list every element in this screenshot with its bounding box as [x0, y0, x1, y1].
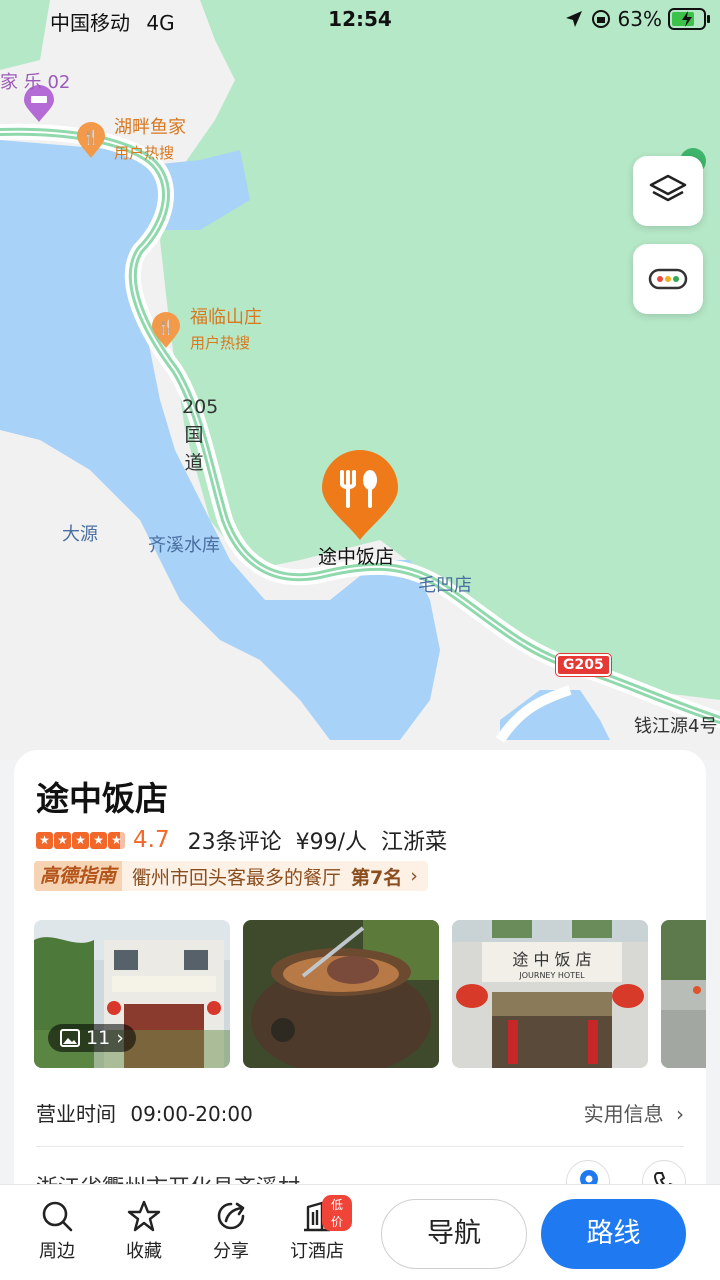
map-canvas — [0, 0, 720, 760]
hours-value: 09:00-20:00 — [130, 1102, 253, 1126]
route-button[interactable]: 路线 — [541, 1199, 686, 1269]
photo-thumbnail[interactable] — [661, 920, 706, 1068]
edge-poi-text: 家 乐 02 — [0, 72, 70, 94]
tab-label: 收藏 — [126, 1241, 162, 1262]
road-name-label: 205国道 — [182, 396, 219, 474]
image-icon — [60, 1029, 80, 1047]
star-half-icon: ★ — [108, 831, 125, 849]
search-icon — [42, 1201, 73, 1232]
guide-rank: 第7名 — [351, 866, 403, 889]
place-label: 毛凹店 — [418, 575, 472, 596]
photo-thumbnail[interactable] — [243, 920, 439, 1068]
battery-percent: 63% — [617, 7, 662, 31]
rating-row[interactable]: ★ ★ ★ ★ ★ 4.7 23条评论 ¥99/人 江浙菜 — [36, 824, 461, 856]
guide-ranking-banner[interactable]: 高德指南 衢州市回头客最多的餐厅 第7名 › — [34, 861, 428, 891]
place-label: 齐溪水库 — [148, 535, 220, 556]
selected-marker-label: 途中饭店 — [318, 546, 395, 568]
photo-count-badge[interactable]: 11 › — [48, 1024, 136, 1052]
divider — [36, 1146, 684, 1147]
price-per-person: ¥99/人 — [295, 830, 367, 855]
photo-count: 11 — [86, 1027, 111, 1049]
bottom-action-bar: 周边 收藏 分享 低价 订酒店 导航 路线 — [0, 1184, 720, 1280]
cuisine-type: 江浙菜 — [380, 830, 447, 855]
guide-badge: 高德指南 — [34, 861, 123, 891]
guide-text: 衢州市回头客最多的餐厅 — [132, 866, 342, 889]
svg-text:途 中 饭 店: 途 中 饭 店 — [512, 950, 591, 969]
place-label: 大源 — [62, 524, 98, 545]
star-icon: ★ — [54, 831, 71, 849]
star-icon — [127, 1200, 161, 1232]
chevron-right-icon: › — [410, 865, 418, 887]
tab-label: 周边 — [39, 1241, 75, 1262]
tab-nearby[interactable]: 周边 — [22, 1199, 92, 1263]
star-icon: ★ — [72, 831, 89, 849]
layers-icon — [649, 174, 687, 202]
photo-thumbnail[interactable]: 途 中 饭 店 JOURNEY HOTEL — [452, 920, 648, 1068]
poi-tag: 用户热搜 — [190, 334, 251, 352]
restaurant-pin-icon[interactable]: 🍴 — [75, 120, 107, 160]
svg-text:🍴: 🍴 — [157, 319, 174, 336]
battery-icon — [668, 8, 710, 30]
chevron-right-icon: › — [116, 1027, 124, 1049]
poi-name[interactable]: 福临山庄 — [190, 307, 262, 329]
photo-strip[interactable]: 11 › 途 中 饭 店 JOURNEY HOTEL — [34, 920, 706, 1068]
tab-favorite[interactable]: 收藏 — [109, 1199, 179, 1263]
tab-book-hotel[interactable]: 低价 订酒店 — [282, 1195, 352, 1263]
selected-restaurant-marker-icon[interactable] — [320, 448, 400, 544]
location-arrow-icon — [566, 11, 582, 27]
practical-info-link[interactable]: 实用信息 › — [584, 1098, 684, 1127]
business-hours-row[interactable]: 营业时间 09:00-20:00 实用信息 › — [36, 1098, 684, 1127]
tab-label: 订酒店 — [290, 1241, 344, 1262]
hours-label: 营业时间 — [36, 1102, 116, 1126]
review-count[interactable]: 23条评论 — [188, 824, 282, 856]
map-view[interactable]: 🍴 湖畔鱼家 用户热搜 🍴 福临山庄 用户热搜 家 乐 02 205国道 大源 … — [0, 0, 720, 760]
more-tools-button[interactable] — [633, 244, 703, 314]
clock: 12:54 — [328, 7, 392, 31]
status-bar: 中国移动 4G 12:54 63% — [0, 0, 720, 40]
poi-name[interactable]: 湖畔鱼家 — [114, 117, 186, 139]
navigate-button[interactable]: 导航 — [381, 1199, 527, 1269]
svg-text:🍴: 🍴 — [82, 129, 99, 146]
rating-value: 4.7 — [133, 827, 170, 853]
practical-info-label: 实用信息 — [583, 1102, 664, 1126]
photo-thumbnail[interactable]: 11 › — [34, 920, 230, 1068]
chevron-right-icon: › — [676, 1102, 684, 1126]
low-price-badge: 低价 — [322, 1195, 352, 1231]
share-icon — [217, 1202, 245, 1230]
star-icon: ★ — [36, 831, 53, 849]
place-detail-card[interactable]: 途中饭店 ★ ★ ★ ★ ★ 4.7 23条评论 ¥99/人 江浙菜 高德指南 … — [14, 750, 706, 1230]
restaurant-pin-icon[interactable]: 🍴 — [150, 310, 182, 350]
poi-tag: 用户热搜 — [114, 144, 175, 162]
tab-label: 分享 — [213, 1241, 249, 1262]
more-dots-icon — [648, 268, 688, 290]
place-label: 钱江源4号 — [634, 716, 718, 737]
layers-button[interactable] — [633, 156, 703, 226]
rotation-lock-icon — [592, 10, 610, 28]
rating-stars: ★ ★ ★ ★ ★ — [36, 831, 125, 849]
star-icon: ★ — [90, 831, 107, 849]
tab-share[interactable]: 分享 — [196, 1199, 266, 1263]
road-badge: G205 — [556, 654, 611, 676]
svg-text:JOURNEY HOTEL: JOURNEY HOTEL — [518, 971, 585, 980]
place-title: 途中饭店 — [36, 779, 168, 818]
